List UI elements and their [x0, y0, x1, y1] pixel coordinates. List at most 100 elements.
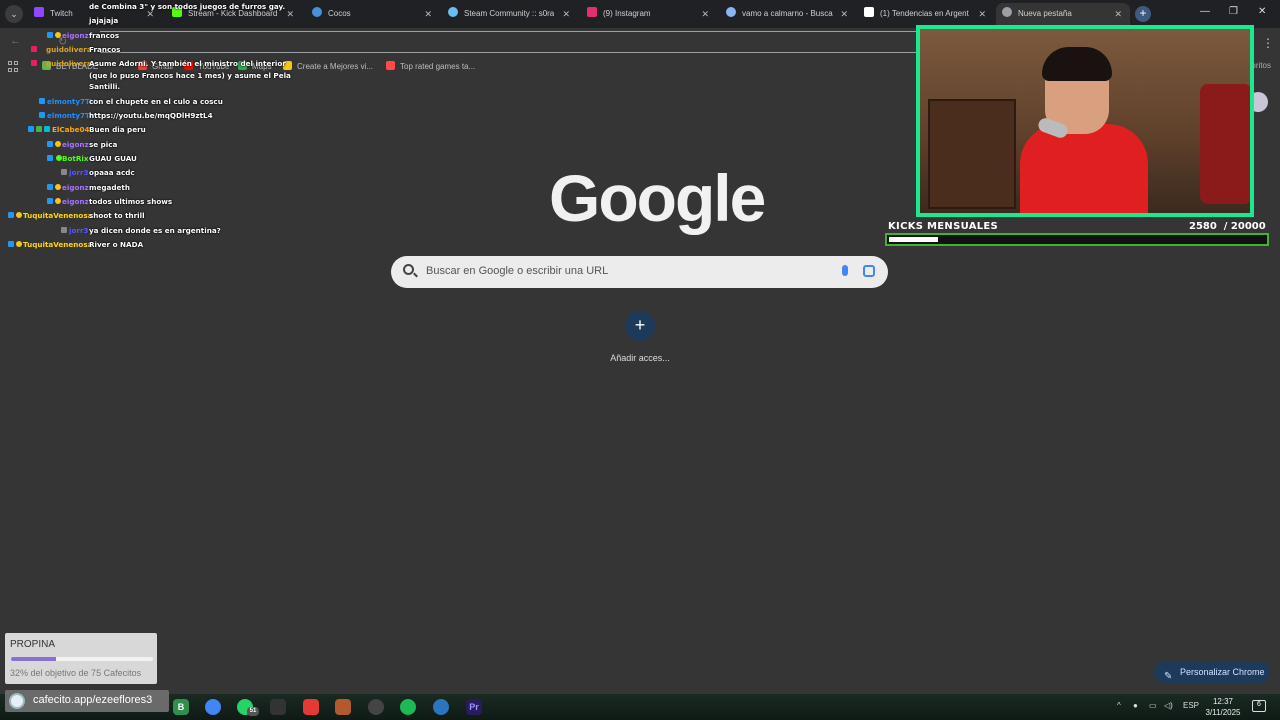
all-bookmarks[interactable]: Todos los favoritos [1251, 61, 1271, 70]
tray-overflow-icon[interactable]: ^ [1117, 701, 1121, 710]
add-shortcut-label: Añadir acces... [610, 353, 670, 363]
instagram-icon [587, 7, 597, 17]
badge-icon [44, 126, 50, 132]
chat-username: eigonz [62, 140, 89, 149]
obs-icon[interactable] [368, 699, 384, 715]
close-icon[interactable]: ✕ [562, 4, 570, 24]
tab-instagram[interactable]: (9) Instagram ✕ [587, 4, 709, 24]
webcam-overlay [916, 25, 1254, 217]
clock-date: 3/11/2025 [1205, 708, 1241, 717]
tab-title: (9) Instagram [603, 9, 651, 18]
cafecito-banner: cafecito.app/ezeeflores3 [5, 690, 169, 712]
check-icon [36, 126, 42, 132]
bookmark-icon [386, 61, 395, 70]
clock[interactable]: 12:37 3/11/2025 [1203, 696, 1243, 718]
close-icon[interactable]: ✕ [286, 4, 294, 24]
badge-icon [61, 227, 67, 233]
check-icon [39, 112, 45, 118]
volume-icon[interactable]: ◁) [1164, 701, 1173, 710]
shield-icon[interactable] [270, 699, 286, 715]
tab-title: Steam Community :: s0ra [464, 9, 555, 18]
badge-icon [28, 126, 34, 132]
chrome-icon [1002, 7, 1012, 17]
maximize-icon[interactable]: ❐ [1229, 6, 1238, 17]
tip-progress-bar [11, 657, 153, 661]
close-window-icon[interactable]: ✕ [1258, 6, 1266, 17]
search-box[interactable]: Buscar en Google o escribir una URL [391, 256, 888, 288]
clock-time: 12:37 [1212, 697, 1234, 706]
notifications-icon[interactable]: 6 [1252, 700, 1266, 712]
taskbar [0, 694, 1280, 720]
close-icon[interactable]: ✕ [840, 4, 848, 24]
tab-title: vamo a calmarno - Busca [742, 9, 833, 18]
premiere-icon[interactable]: Pr [466, 699, 482, 715]
badge-icon [8, 212, 14, 218]
steam-icon [448, 7, 458, 17]
chat-username: jorr3 [69, 226, 89, 235]
customize-chrome-button[interactable]: ✎ Personalizar Chrome [1154, 661, 1270, 683]
close-icon[interactable]: ✕ [978, 4, 986, 24]
kicks-progress-fill [889, 237, 938, 242]
badge-icon [47, 198, 53, 204]
whatsapp-badge: 51 [247, 707, 259, 716]
webcam-person-hair [1042, 47, 1112, 81]
tip-progress-fill [11, 657, 57, 661]
heart-icon [31, 60, 37, 66]
chat-username: eigonz [62, 183, 89, 192]
stream-chat-overlay: de Combina 3" y son todos juegos de furr… [0, 0, 291, 256]
record-icon[interactable] [303, 699, 319, 715]
microphone-tray-icon[interactable]: ● [1133, 701, 1138, 710]
badge-icon [55, 32, 61, 38]
pencil-icon: ✎ [1164, 671, 1173, 682]
chat-username: guidolivera [46, 45, 92, 54]
menu-icon[interactable]: ⋮ [1262, 36, 1274, 50]
badge-icon [61, 169, 67, 175]
heart-icon [31, 46, 37, 52]
tip-title: PROPINA [10, 639, 56, 650]
network-icon[interactable]: ▭ [1149, 701, 1157, 710]
search-input[interactable]: Buscar en Google o escribir una URL [426, 265, 608, 277]
spotify-icon[interactable] [400, 699, 416, 715]
minimize-icon[interactable]: — [1200, 6, 1210, 17]
ide-icon[interactable] [335, 699, 351, 715]
new-tab-button[interactable]: + [1135, 6, 1151, 22]
google-logo: Google [549, 161, 766, 235]
badge-icon [55, 198, 61, 204]
badge-icon [47, 141, 53, 147]
add-shortcut-button[interactable]: + [625, 311, 655, 341]
kicks-goal-value: 2580 / 20000 [1189, 221, 1266, 232]
kicks-progress-bar [885, 233, 1269, 246]
tab-cocos[interactable]: Cocos ✕ [312, 4, 432, 24]
tab-title: Nueva pestaña [1018, 9, 1072, 18]
google-icon [726, 7, 736, 17]
badge-icon [55, 141, 61, 147]
google-lens-icon[interactable] [863, 265, 875, 277]
language-indicator[interactable]: ESP [1183, 701, 1199, 710]
tip-goal-text: 32% del objetivo de 75 Cafecitos [10, 668, 142, 678]
steam-icon[interactable] [433, 699, 449, 715]
search-icon [403, 264, 414, 275]
badge-icon [8, 241, 14, 247]
bookmark-top-rated-games[interactable]: Top rated games ta... [386, 61, 475, 71]
close-icon[interactable]: ✕ [1114, 3, 1122, 25]
tab-x-trends[interactable]: (1) Tendencias en Argent ✕ [864, 4, 986, 24]
microphone-icon[interactable] [842, 265, 848, 276]
webcam-shelf [928, 99, 1016, 209]
close-icon[interactable]: ✕ [701, 4, 709, 24]
chat-username: guidolivera [46, 59, 92, 68]
tab-title: (1) Tendencias en Argent [880, 9, 969, 18]
bookmark-mejores-videojuegos[interactable]: Create a Mejores vi... [283, 61, 373, 71]
tab-steam[interactable]: Steam Community :: s0ra ✕ [448, 4, 570, 24]
cocos-icon [312, 7, 322, 17]
x-icon [864, 7, 874, 17]
cafecito-logo-icon [9, 693, 25, 709]
tab-google-search[interactable]: vamo a calmarno - Busca ✕ [726, 4, 848, 24]
cafecito-url: cafecito.app/ezeeflores3 [33, 694, 153, 706]
webcam-person-shirt [1020, 124, 1148, 213]
badge-icon [47, 155, 53, 161]
badge-icon [16, 241, 22, 247]
close-icon[interactable]: ✕ [424, 4, 432, 24]
b-app-icon[interactable]: B [173, 699, 189, 715]
badge-icon [47, 32, 53, 38]
chrome-icon[interactable] [205, 699, 221, 715]
